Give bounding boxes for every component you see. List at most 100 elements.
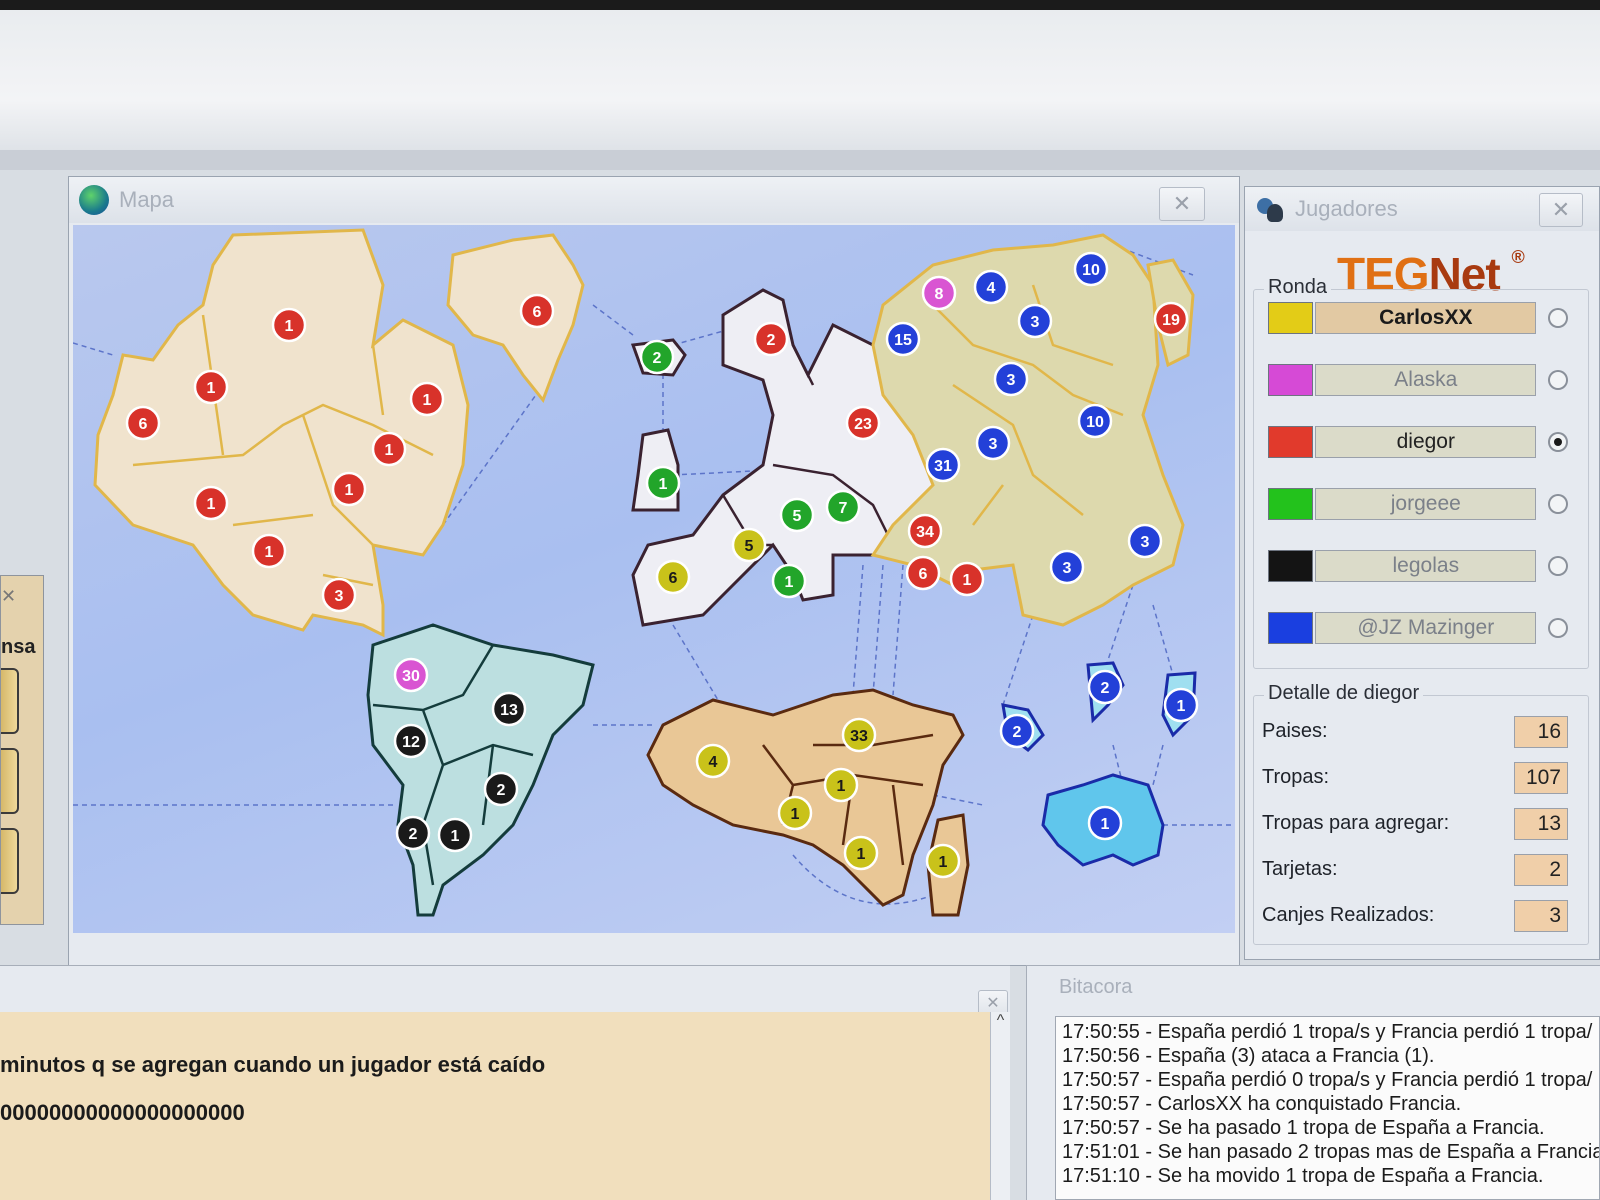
- army-marker[interactable]: 1: [949, 561, 985, 597]
- army-marker[interactable]: 3: [1049, 549, 1085, 585]
- dice-button-3[interactable]: [1, 828, 19, 894]
- army-marker[interactable]: 1: [371, 431, 407, 467]
- player-select-radio[interactable]: [1548, 556, 1568, 576]
- army-marker[interactable]: 1: [409, 381, 445, 417]
- round-label: Ronda: [1264, 276, 1331, 299]
- army-count: 30: [402, 668, 420, 685]
- army-marker[interactable]: 5: [779, 497, 815, 533]
- army-marker[interactable]: 1: [1163, 687, 1199, 723]
- army-marker[interactable]: 6: [125, 405, 161, 441]
- log-messages[interactable]: 17:50:55 - España perdió 1 tropa/s y Fra…: [1055, 1016, 1600, 1200]
- army-marker[interactable]: 30: [393, 657, 429, 693]
- army-marker[interactable]: 1: [251, 533, 287, 569]
- army-marker[interactable]: 1: [843, 835, 879, 871]
- army-marker[interactable]: 2: [483, 771, 519, 807]
- army-marker[interactable]: 31: [925, 447, 961, 483]
- army-marker[interactable]: 3: [993, 361, 1029, 397]
- army-marker[interactable]: 12: [393, 723, 429, 759]
- army-marker[interactable]: 3: [1017, 303, 1053, 339]
- army-count: 10: [1086, 414, 1104, 431]
- player-row[interactable]: CarlosXX: [1268, 300, 1568, 336]
- army-marker[interactable]: 1: [331, 471, 367, 507]
- army-marker[interactable]: 10: [1077, 403, 1113, 439]
- detail-value: 16: [1514, 716, 1568, 748]
- army-marker[interactable]: 1: [823, 767, 859, 803]
- left-panel-close-icon[interactable]: ✕: [1, 586, 19, 612]
- army-marker[interactable]: 6: [655, 559, 691, 595]
- world-map-svg[interactable]: 1161111136212235 71568 41015331033119346 13…: [73, 225, 1235, 933]
- player-row[interactable]: legolas: [1268, 548, 1568, 584]
- dice-button-1[interactable]: [1, 668, 19, 734]
- army-marker[interactable]: 1: [771, 563, 807, 599]
- army-count: 13: [500, 702, 518, 719]
- army-count: 2: [1013, 724, 1022, 741]
- map-window-titlebar[interactable]: Mapa: [69, 177, 1239, 223]
- army-count: 3: [1141, 534, 1150, 551]
- army-count: 12: [402, 734, 420, 751]
- army-marker[interactable]: 7: [825, 489, 861, 525]
- army-marker[interactable]: 2: [395, 815, 431, 851]
- army-marker[interactable]: 1: [437, 817, 473, 853]
- army-count: 7: [839, 500, 848, 517]
- player-row[interactable]: @JZ Mazinger: [1268, 610, 1568, 646]
- army-marker[interactable]: 6: [519, 293, 555, 329]
- army-count: 5: [745, 538, 754, 555]
- army-count: 6: [533, 304, 542, 321]
- player-row[interactable]: jorgeee: [1268, 486, 1568, 522]
- army-count: 1: [1101, 816, 1110, 833]
- player-color-swatch: [1268, 612, 1314, 644]
- player-row[interactable]: Alaska: [1268, 362, 1568, 398]
- player-select-radio[interactable]: [1548, 308, 1568, 328]
- detail-label: Canjes Realizados:: [1262, 904, 1435, 926]
- army-marker[interactable]: 2: [1087, 669, 1123, 705]
- globe-icon: [79, 185, 109, 215]
- army-count: 4: [709, 754, 718, 771]
- map-close-button[interactable]: ✕: [1159, 187, 1205, 221]
- army-marker[interactable]: 1: [1087, 805, 1123, 841]
- army-marker[interactable]: 3: [321, 577, 357, 613]
- army-count: 1: [451, 828, 460, 845]
- army-marker[interactable]: 1: [777, 795, 813, 831]
- player-select-radio[interactable]: [1548, 432, 1568, 452]
- army-marker[interactable]: 8: [921, 275, 957, 311]
- army-marker[interactable]: 2: [999, 713, 1035, 749]
- log-line: 17:50:57 - Se ha pasado 1 tropa de Españ…: [1062, 1117, 1545, 1139]
- players-close-button[interactable]: ✕: [1539, 193, 1583, 227]
- chat-scrollbar-up[interactable]: ^: [990, 1012, 1010, 1200]
- dice-button-2[interactable]: [1, 748, 19, 814]
- army-marker[interactable]: 1: [193, 369, 229, 405]
- army-marker[interactable]: 3: [975, 425, 1011, 461]
- army-count: 1: [423, 392, 432, 409]
- army-marker[interactable]: 1: [925, 843, 961, 879]
- army-marker[interactable]: 13: [491, 691, 527, 727]
- army-marker[interactable]: 2: [753, 321, 789, 357]
- army-marker[interactable]: 15: [885, 321, 921, 357]
- chat-messages[interactable]: minutos q se agregan cuando un jugador e…: [0, 1012, 990, 1200]
- army-marker[interactable]: 19: [1153, 301, 1189, 337]
- army-marker[interactable]: 6: [905, 555, 941, 591]
- desktop-strip: [0, 150, 1600, 170]
- army-marker[interactable]: 4: [973, 269, 1009, 305]
- army-count: 1: [265, 544, 274, 561]
- army-marker[interactable]: 1: [645, 465, 681, 501]
- player-select-radio[interactable]: [1548, 618, 1568, 638]
- army-marker[interactable]: 23: [845, 405, 881, 441]
- player-color-swatch: [1268, 302, 1314, 334]
- player-select-radio[interactable]: [1548, 370, 1568, 390]
- army-marker[interactable]: 34: [907, 513, 943, 549]
- army-marker[interactable]: 2: [639, 339, 675, 375]
- army-marker[interactable]: 4: [695, 743, 731, 779]
- army-count: 3: [1031, 314, 1040, 331]
- player-row[interactable]: diegor: [1268, 424, 1568, 460]
- player-select-radio[interactable]: [1548, 494, 1568, 514]
- army-marker[interactable]: 1: [271, 307, 307, 343]
- army-marker[interactable]: 33: [841, 717, 877, 753]
- world-map[interactable]: 1 1 6 1 1 1 1 1 3 6 2 1 2 23 5 7 1 5 6 8 4 10 15 3 3 10 3 31 19 34 6 1 3…: [73, 225, 1235, 933]
- detail-row: Tropas: 107: [1262, 762, 1568, 798]
- army-marker[interactable]: 1: [193, 485, 229, 521]
- army-marker[interactable]: 3: [1127, 523, 1163, 559]
- army-count: 8: [935, 286, 944, 303]
- chat-pane: ✕ minutos q se agregan cuando un jugador…: [0, 965, 1010, 1200]
- army-marker[interactable]: 5: [731, 527, 767, 563]
- army-marker[interactable]: 10: [1073, 251, 1109, 287]
